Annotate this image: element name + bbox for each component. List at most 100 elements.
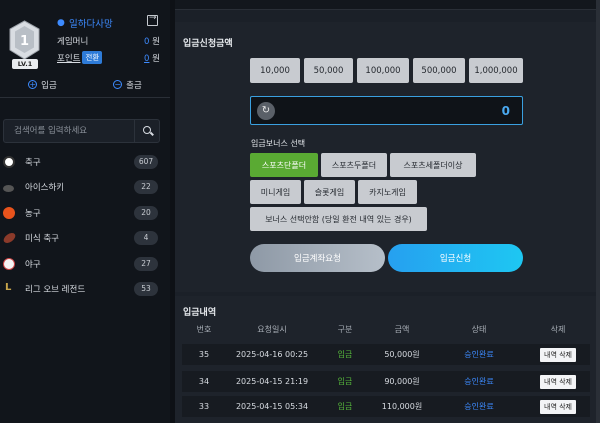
table-header: 번호 요청일시 구분 금액 상태 삭제: [182, 324, 590, 340]
bonus-row-3: 보너스 선택안함 (당일 환전 내역 있는 경우): [250, 207, 427, 231]
amount-button-10000[interactable]: 10,000: [250, 58, 300, 83]
sport-item-soccer[interactable]: 축구 607: [0, 149, 170, 175]
point-row: 포인트 전환 0 원: [57, 51, 160, 64]
account-request-button[interactable]: 입금계좌요청: [250, 244, 385, 272]
row-type: 입금: [337, 350, 353, 359]
game-money-value: 0: [144, 37, 150, 47]
deposit-panel: 입금신청금액 10,000 50,000 100,000 500,000 1,0…: [175, 22, 596, 292]
level-badge-icon: 1: [8, 20, 41, 60]
amount-button-50000[interactable]: 50,000: [304, 58, 353, 83]
row-delete-cell: 내역 삭제: [526, 347, 590, 362]
sport-label: 야구: [25, 259, 41, 270]
delete-history-button[interactable]: 내역 삭제: [540, 347, 576, 362]
username-link[interactable]: ● 일하다사망: [57, 16, 113, 30]
sport-label: 농구: [25, 208, 41, 219]
baseball-icon: [3, 257, 15, 270]
delete-history-button[interactable]: 내역 삭제: [540, 374, 576, 389]
level-number: 1: [20, 34, 29, 49]
amount-button-1000000[interactable]: 1,000,000: [469, 58, 523, 83]
sport-item-ice-hockey[interactable]: 아이스하키 22: [0, 175, 170, 201]
row-number: 34: [198, 377, 210, 386]
point-amount: 0 원: [144, 52, 160, 64]
col-status: 상태: [471, 325, 487, 334]
bonus-option-slot[interactable]: 슬롯게임: [304, 180, 355, 204]
sport-label: 미식 축구: [25, 234, 59, 245]
sport-label: 아이스하키: [25, 183, 65, 194]
bonus-option-sports-double[interactable]: 스포츠두폴더: [321, 153, 387, 177]
delete-history-button[interactable]: 내역 삭제: [540, 399, 576, 414]
bonus-option-none[interactable]: 보너스 선택안함 (당일 환전 내역 있는 경우): [250, 207, 427, 231]
search-box: [3, 119, 160, 143]
amount-field[interactable]: ↻ 0: [250, 96, 523, 125]
amount-button-100000[interactable]: 100,000: [357, 58, 409, 83]
deposit-label: 입금: [41, 80, 57, 91]
search-input[interactable]: [14, 120, 124, 142]
main-content: 입금신청금액 10,000 50,000 100,000 500,000 1,0…: [175, 0, 600, 423]
row-date: 2025-04-15 05:34: [235, 402, 309, 411]
row-amount: 110,000원: [381, 402, 423, 411]
game-money-row: 게임머니 0 원: [57, 35, 160, 47]
withdraw-button[interactable]: − 출금: [85, 72, 170, 97]
sport-count: 607: [134, 154, 158, 169]
deposit-history: 입금내역 번호 요청일시 구분 금액 상태 삭제 35 2025-04-16 0…: [175, 296, 596, 423]
row-status: 승인완료: [464, 402, 494, 411]
deposit-withdraw-bar: + 입금 − 출금: [0, 72, 170, 98]
row-type: 입금: [337, 402, 353, 411]
table-row: 34 2025-04-15 21:19 입금 90,000원 승인완료 내역 삭…: [182, 371, 590, 392]
football-icon: [1, 231, 18, 246]
row-date: 2025-04-16 00:25: [235, 350, 309, 359]
soccer-ball-icon: [3, 155, 15, 168]
row-delete-cell: 내역 삭제: [526, 399, 590, 414]
search-button[interactable]: [134, 120, 159, 142]
game-money-label: 게임머니: [57, 37, 89, 47]
point-label[interactable]: 포인트: [57, 52, 80, 64]
col-amount: 금액: [394, 325, 410, 334]
row-type: 입금: [337, 377, 353, 386]
point-convert-button[interactable]: 전환: [82, 51, 103, 64]
search-icon: [143, 126, 151, 134]
row-amount: 50,000원: [384, 350, 420, 359]
scrollbar[interactable]: [596, 0, 600, 423]
bonus-option-casino[interactable]: 카지노게임: [358, 180, 417, 204]
sport-item-basketball[interactable]: 농구 20: [0, 200, 170, 226]
lol-icon: [3, 282, 15, 295]
sport-label: 축구: [25, 157, 41, 168]
table-row: 33 2025-04-15 05:34 입금 110,000원 승인완료 내역 …: [182, 396, 590, 417]
hockey-puck-icon: [3, 184, 14, 192]
bonus-option-sports-single[interactable]: 스포츠단폴더: [250, 153, 318, 177]
table-row: 35 2025-04-16 00:25 입금 50,000원 승인완료 내역 삭…: [182, 344, 590, 365]
row-status: 승인완료: [464, 350, 494, 359]
col-type: 구분: [337, 325, 353, 334]
row-number: 33: [198, 402, 210, 411]
bonus-row-2: 미니게임 슬롯게임 카지노게임: [250, 180, 417, 204]
row-status: 승인완료: [464, 377, 494, 386]
point-left: 포인트 전환: [57, 51, 103, 64]
reset-icon[interactable]: ↻: [257, 102, 275, 120]
amount-button-500000[interactable]: 500,000: [413, 58, 465, 83]
deposit-amount-title: 입금신청금액: [183, 39, 233, 49]
minus-circle-icon: −: [113, 80, 123, 89]
sport-label: 리그 오브 레전드: [25, 285, 86, 296]
sport-item-lol[interactable]: 리그 오브 레전드 53: [0, 277, 170, 303]
user-icon: ●: [57, 17, 65, 28]
game-money-unit: 원: [152, 37, 160, 47]
deposit-button[interactable]: + 입금: [0, 72, 85, 97]
sport-item-american-football[interactable]: 미식 축구 4: [0, 226, 170, 252]
row-number: 35: [198, 350, 210, 359]
deposit-apply-button[interactable]: 입금신청: [388, 244, 523, 272]
col-delete: 삭제: [550, 325, 566, 334]
sport-item-baseball[interactable]: 야구 27: [0, 251, 170, 277]
sidebar: 1 LV.1 ● 일하다사망 게임머니 0 원 포인트 전환 0 원 + 입금 …: [0, 0, 170, 423]
row-delete-cell: 내역 삭제: [526, 374, 590, 389]
basketball-icon: [3, 206, 15, 219]
amount-buttons: 10,000 50,000 100,000 500,000 1,000,000: [250, 58, 523, 83]
sport-count: 22: [134, 180, 158, 195]
bonus-option-sports-triple[interactable]: 스포츠세폴더이상: [390, 153, 476, 177]
logout-icon[interactable]: [147, 13, 158, 26]
sport-count: 4: [134, 231, 158, 246]
amount-value: 0: [501, 104, 510, 118]
top-bar: [175, 0, 600, 10]
point-value: 0: [144, 53, 150, 64]
game-money-amount: 0 원: [144, 35, 160, 47]
bonus-option-minigame[interactable]: 미니게임: [250, 180, 301, 204]
